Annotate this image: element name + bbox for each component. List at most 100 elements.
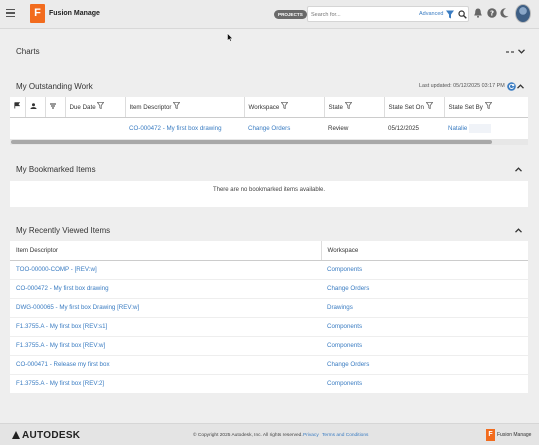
bookmarked-items-header[interactable]: My Bookmarked Items [10,159,528,181]
filter-icon[interactable] [280,102,289,110]
flag-column-header[interactable] [10,97,26,118]
table-row[interactable]: F1.3755.A - My first box [REV:w] Componen… [10,336,528,356]
bookmarked-items-title: My Bookmarked Items [16,165,96,174]
workspace-header[interactable]: Workspace [244,97,325,118]
horizontal-scrollbar[interactable] [10,139,528,145]
owner-column-header[interactable] [25,97,46,118]
empty-bookmarks-message: There are no bookmarked items available. [212,187,326,193]
owner-cell [25,117,45,140]
fusion-logo[interactable]: F [30,4,45,23]
filter-icon[interactable] [484,102,492,110]
workspace-link[interactable]: Change Orders [321,279,528,299]
user-avatar[interactable] [515,4,531,23]
state-set-by-cell: Natalie [444,117,528,140]
scrollbar-thumb[interactable] [11,140,492,144]
workspace-label: Workspace [248,104,280,112]
item-descriptor-label: Item Descriptor [129,104,172,112]
workspace-link[interactable]: Change Orders [321,355,528,375]
recently-viewed-header[interactable]: My Recently Viewed Items [10,220,528,242]
sort-column-header[interactable] [45,97,66,118]
state-set-on-label: State Set On [388,104,424,112]
table-row[interactable]: F1.3755.A - My first box [REV:s1] Compone… [10,317,528,337]
item-link[interactable]: F1.3755.A - My first box [REV:2] [10,374,321,394]
recently-viewed-title: My Recently Viewed Items [16,226,111,235]
workspace-link[interactable]: Components [321,317,528,337]
chevron-down-icon[interactable] [518,49,525,56]
redacted-name [469,123,492,133]
item-link[interactable]: CO-000471 - Release my first box [10,355,321,375]
state-set-by-label: State Set By [448,104,483,112]
state-label: State [328,104,343,112]
outstanding-work-table: Due Date Item Descriptor Workspace State… [10,97,528,140]
autodesk-wordmark: AUTODESK [22,430,81,441]
filter-icon[interactable] [97,102,105,110]
filter-icon[interactable] [172,102,181,110]
item-descriptor-header[interactable]: Item Descriptor [10,241,322,261]
workspace-header[interactable]: Workspace [321,241,528,261]
state-set-on-cell: 05/12/2025 [384,117,444,140]
item-descriptor-header[interactable]: Item Descriptor [125,97,245,118]
help-icon[interactable]: ? [487,8,497,18]
product-name: Fusion Manage [497,432,532,438]
table-row[interactable]: F1.3755.A - My first box [REV:2] Componen… [10,374,528,394]
bookmarked-items-panel: There are no bookmarked items available. [10,181,528,207]
state-set-on-header[interactable]: State Set On [384,97,445,118]
bell-icon[interactable] [474,8,482,18]
sort-cell [45,117,65,140]
state-set-by-header[interactable]: State Set By [444,97,528,118]
top-bar: F Fusion Manage PROJECTS Advanced ? [0,0,539,29]
svg-text:?: ? [490,10,494,18]
collapse-all-icon[interactable] [506,50,514,56]
moon-icon[interactable] [500,8,509,18]
charts-title: Charts [16,47,40,56]
filter-icon[interactable] [344,102,352,110]
item-link[interactable]: CO-000472 - My first box drawing [10,279,321,299]
table-row[interactable]: CO-000472 - My first box drawing Change O… [10,279,528,299]
chevron-up-icon[interactable] [515,228,522,233]
item-link[interactable]: F1.3755.A - My first box [REV:w] [10,336,321,356]
user-link[interactable]: Natalie [448,125,467,132]
sort-icon [49,103,56,109]
app-title[interactable]: Fusion Manage [49,10,100,17]
recently-viewed-table: Item Descriptor Workspace TOO-00000-COMP… [10,241,528,394]
workspace-link[interactable]: Components [321,260,528,280]
projects-button[interactable]: PROJECTS [274,10,307,19]
flag-icon [14,102,21,109]
item-link[interactable]: CO-000472 - My first box drawing [125,117,244,140]
workspace-link[interactable]: Components [321,374,528,394]
people-icon [30,102,36,109]
menu-icon[interactable] [6,9,15,18]
table-row[interactable]: DWG-000065 - My first box Drawing [REV:w… [10,298,528,318]
table-row[interactable]: CO-000471 - Release my first box Change O… [10,355,528,375]
workspace-link[interactable]: Change Orders [244,117,324,140]
search-box: Advanced [307,6,469,22]
chevron-up-icon[interactable] [517,84,524,89]
due-date-cell [65,117,125,140]
chevron-up-icon[interactable] [515,167,522,172]
filter-icon[interactable] [425,102,433,110]
workspace-link[interactable]: Components [321,336,528,356]
search-input[interactable] [311,9,411,20]
terms-link[interactable]: Terms and Conditions [322,433,368,438]
table-row[interactable]: TOO-00000-COMP - [REV:w] Components [10,260,528,280]
copyright-text: © Copyright 2025 Autodesk, Inc. All righ… [193,433,303,438]
autodesk-logo: AUTODESK [12,430,80,441]
state-header[interactable]: State [324,97,385,118]
advanced-search-link[interactable]: Advanced [419,11,443,17]
due-date-header[interactable]: Due Date [65,97,126,118]
search-icon[interactable] [458,10,467,19]
footer: AUTODESK © Copyright 2025 Autodesk, Inc.… [0,423,539,445]
filter-icon[interactable] [446,10,454,19]
privacy-link[interactable]: Privacy [303,433,319,438]
autodesk-mark-icon [12,431,20,439]
item-link[interactable]: F1.3755.A - My first box [REV:s1] [10,317,321,337]
outstanding-work-title: My Outstanding Work [16,82,93,91]
table-row[interactable]: CO-000472 - My first box drawing Change … [10,117,528,140]
workspace-link[interactable]: Drawings [321,298,528,318]
flag-cell [10,117,25,140]
item-link[interactable]: TOO-00000-COMP - [REV:w] [10,260,321,280]
item-link[interactable]: DWG-000065 - My first box Drawing [REV:w… [10,298,321,318]
refresh-icon[interactable] [507,82,516,91]
outstanding-work-header[interactable]: My Outstanding Work Last updated: 05/12/… [10,76,528,98]
charts-header[interactable]: Charts [10,41,528,63]
